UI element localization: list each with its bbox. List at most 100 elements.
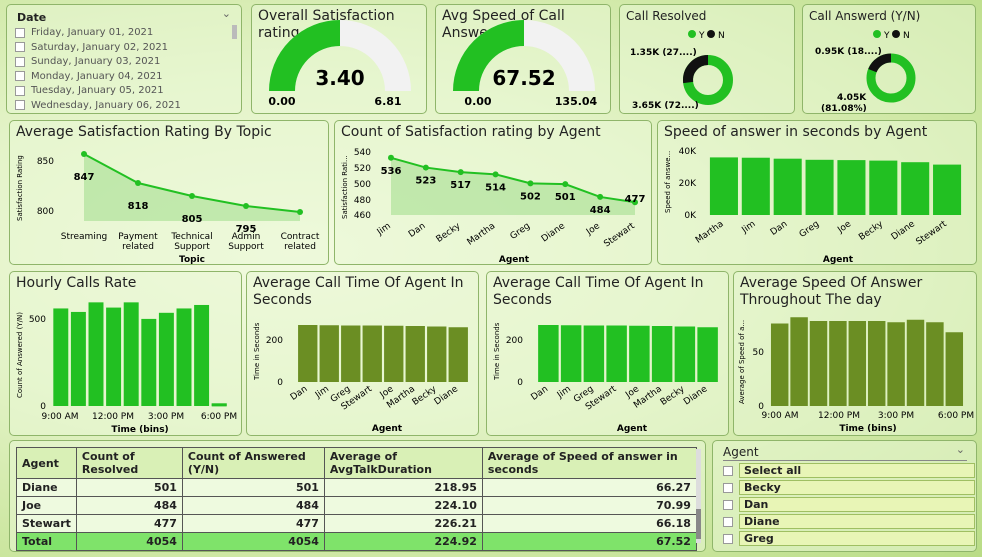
table-cell: 67.52 (481, 532, 697, 551)
x-axis-title: Agent (823, 255, 854, 265)
data-point (243, 203, 249, 209)
gauge-value: 67.52 (492, 66, 555, 90)
date-slicer-item[interactable]: Monday, January 04, 2021 (15, 71, 162, 82)
chart-svg: 2000DanJimGregStewartJoeMarthaBeckyDiane… (493, 322, 718, 434)
date-slicer-item[interactable]: Friday, January 01, 2021 (15, 27, 153, 38)
checkbox[interactable] (723, 499, 733, 510)
data-point (297, 209, 303, 215)
table-total-row: Total 4054 4054 224.92 67.52 (16, 532, 697, 551)
y-tick: 0 (277, 378, 283, 388)
x-tick: Stewart (914, 219, 949, 247)
table-cell: 70.99 (481, 496, 697, 515)
bar (448, 327, 468, 382)
column-header[interactable]: Count of Answered (Y/N) (181, 447, 325, 479)
bar (70, 311, 86, 406)
agent-slicer-header[interactable]: Agent ⌄ (723, 443, 967, 461)
checkbox[interactable] (723, 516, 733, 527)
data-label: 847 (74, 172, 95, 183)
agent-slicer-item[interactable]: Select all (723, 463, 975, 478)
bar (560, 325, 582, 382)
agent-table: Agent Count of Resolved Count of Answered … (16, 447, 697, 551)
x-tick: Joe (584, 221, 602, 238)
chart-svg: 847818805795850800Streaming Payment relate… (16, 151, 320, 265)
agent-label: Becky (739, 480, 975, 495)
checkbox[interactable] (15, 100, 25, 110)
agent-slicer-item[interactable]: Greg (723, 531, 975, 546)
table-cell: 4054 (181, 532, 325, 551)
table-cell: 218.95 (323, 478, 483, 497)
date-slicer-item[interactable]: Sunday, January 03, 2021 (15, 56, 160, 67)
scrollbar[interactable] (696, 449, 701, 543)
x-tick: Greg (798, 219, 822, 240)
chevron-down-icon[interactable]: ⌄ (956, 443, 965, 456)
x-axis-title: Agent (372, 424, 403, 434)
bar (427, 326, 447, 382)
date-label: Friday, January 01, 2021 (31, 27, 154, 38)
bar (194, 304, 210, 406)
checkbox[interactable] (15, 56, 25, 67)
column-header[interactable]: Count of Resolved (75, 447, 183, 479)
checkbox[interactable] (15, 42, 25, 52)
column-header[interactable]: Agent (16, 447, 77, 479)
column-header[interactable]: Average of AvgTalkDuration (323, 447, 483, 479)
agent-slicer-item[interactable]: Diane (723, 514, 975, 529)
legend-n: N (718, 31, 725, 41)
bar (887, 322, 905, 406)
chart-svg: 500 09:00 AM 12:00 PM 3:00 PM 6:00 PM Time (b… (16, 302, 237, 435)
bar (770, 323, 789, 406)
table-cell: 501 (75, 478, 183, 497)
table-cell: 501 (181, 478, 325, 497)
y-tick: 540 (354, 148, 371, 158)
x-axis-title: Topic (179, 255, 205, 265)
data-label: 484 (590, 205, 611, 216)
bar (53, 308, 69, 406)
x-tick: Becky (857, 219, 885, 243)
column-header[interactable]: Average of Speed of answer in seconds (481, 447, 697, 479)
checkbox[interactable] (723, 465, 733, 476)
data-point (597, 193, 604, 200)
data-label: 523 (415, 176, 436, 187)
table-cell: Joe (16, 496, 77, 515)
chevron-down-icon[interactable]: ⌄ (222, 7, 231, 20)
table-cell: 66.27 (481, 478, 697, 497)
bar (384, 325, 404, 382)
x-tick: Contract related (281, 232, 320, 252)
checkbox[interactable] (15, 85, 25, 96)
scrollbar[interactable] (232, 25, 237, 39)
bar (790, 317, 808, 406)
x-tick: Diane (540, 221, 568, 244)
y-tick: 480 (354, 196, 371, 206)
agent-slicer-item[interactable]: Dan (723, 497, 975, 512)
x-tick: Jim (740, 219, 758, 236)
gauge-svg: 3.40 0.00 6.81 (268, 20, 411, 108)
data-label: 536 (381, 166, 402, 177)
chart-svg: 2000DanJimGregStewartJoeMarthaBeckyDiane… (253, 322, 468, 434)
x-tick: 9:00 AM (762, 411, 799, 421)
checkbox[interactable] (723, 533, 733, 544)
checkbox[interactable] (15, 27, 25, 38)
x-axis-title: Agent (617, 424, 648, 434)
x-tick: 12:00 PM (818, 411, 860, 421)
x-tick: Diane (433, 384, 461, 407)
bar (606, 325, 627, 382)
bar (583, 325, 605, 382)
date-slicer-item[interactable]: Saturday, January 02, 2021 (15, 42, 168, 53)
date-slicer-item[interactable]: Tuesday, January 05, 2021 (15, 85, 164, 96)
bar (211, 403, 227, 407)
x-tick: Diane (890, 219, 918, 242)
chart-speed-by-agent: Speed of answer in seconds by Agent 40K 2… (657, 120, 977, 265)
bar (405, 326, 425, 382)
agent-slicer-item[interactable]: Becky (723, 480, 975, 495)
legend-y: Y (698, 31, 705, 41)
x-tick: Streaming (61, 232, 107, 242)
donut-label-top: 1.35K (27....) (630, 48, 697, 58)
bar (176, 308, 192, 406)
date-slicer-item[interactable]: Wednesday, January 06, 2021 (15, 100, 181, 111)
bar (298, 325, 318, 382)
checkbox[interactable] (723, 482, 733, 493)
x-tick: Technical Support (170, 232, 212, 252)
checkbox[interactable] (15, 71, 25, 81)
donut-label-bottom2: (81.08%) (821, 104, 867, 114)
y-axis-title: Average of Speed of a... (738, 320, 746, 404)
data-point (189, 193, 195, 199)
